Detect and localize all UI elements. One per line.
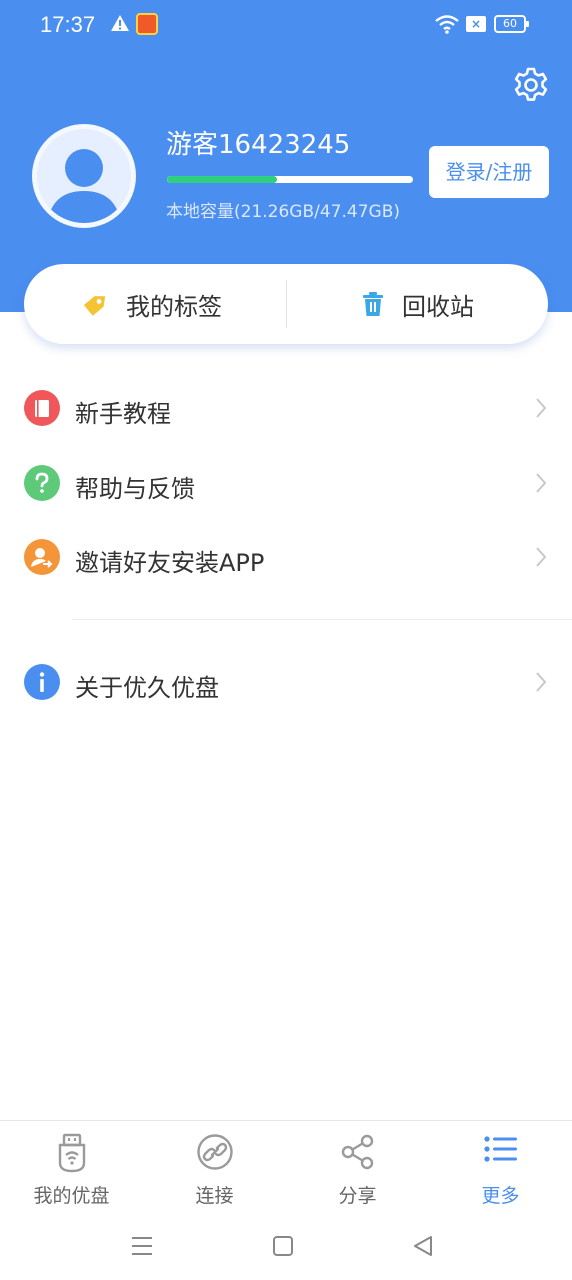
- menu-label-help: 帮助与反馈: [75, 475, 195, 503]
- storage-text: 本地容量(21.26GB/47.47GB): [166, 202, 400, 222]
- menu-item-help[interactable]: 帮助与反馈: [0, 448, 572, 518]
- tag-icon: [83, 296, 106, 316]
- menu-icon[interactable]: [130, 1234, 154, 1262]
- system-nav-bar: [0, 1216, 572, 1280]
- my-tags-button[interactable]: 我的标签: [80, 264, 222, 344]
- question-icon: [24, 465, 60, 501]
- chevron-right-icon: [534, 472, 548, 498]
- battery-icon: 60: [494, 15, 529, 33]
- trash-icon: [363, 292, 383, 316]
- sim-x-icon: ×: [466, 16, 486, 32]
- nav-label-connect: 连接: [195, 1185, 234, 1207]
- menu-item-about[interactable]: 关于优久优盘: [0, 647, 572, 717]
- back-triangle-icon[interactable]: [412, 1234, 434, 1262]
- home-square-icon[interactable]: [272, 1234, 294, 1262]
- gear-icon: [514, 67, 548, 101]
- battery-level: 60: [503, 17, 517, 30]
- nav-label-more: 更多: [481, 1185, 520, 1207]
- share-icon: [340, 1133, 376, 1175]
- menu-label-tutorial: 新手教程: [75, 400, 171, 428]
- login-register-button[interactable]: 登录/注册: [429, 146, 549, 198]
- recycle-bin-label: 回收站: [402, 292, 474, 321]
- wifi-icon: [434, 13, 460, 39]
- status-bar: 17:37 × 60: [0, 0, 572, 52]
- avatar[interactable]: [32, 124, 136, 228]
- link-icon: [196, 1133, 234, 1175]
- quick-actions-divider: [286, 280, 287, 328]
- quick-actions-card: 我的标签 回收站: [24, 264, 548, 344]
- list-icon: [483, 1133, 519, 1169]
- storage-progress-bar: [167, 176, 413, 183]
- menu-item-invite[interactable]: 邀请好友安装APP: [0, 522, 572, 592]
- status-time: 17:37: [40, 12, 96, 37]
- chevron-right-icon: [534, 397, 548, 423]
- invite-user-icon: [24, 539, 60, 575]
- warning-icon: [110, 14, 130, 36]
- menu-label-about: 关于优久优盘: [75, 674, 219, 702]
- nav-label-share: 分享: [338, 1185, 377, 1207]
- section-divider: [72, 619, 572, 620]
- book-icon: [24, 390, 60, 426]
- app-notification-icon: [136, 13, 158, 35]
- my-tags-label: 我的标签: [126, 292, 222, 321]
- chevron-right-icon: [534, 671, 548, 697]
- bottom-nav: 我的优盘 连接 分享 更多: [0, 1120, 572, 1216]
- menu-item-tutorial[interactable]: 新手教程: [0, 373, 572, 443]
- info-icon: [24, 664, 60, 700]
- storage-progress-fill: [167, 176, 278, 183]
- recycle-bin-button[interactable]: 回收站: [358, 264, 474, 344]
- username: 游客16423245: [166, 130, 351, 160]
- nav-label-my-drive: 我的优盘: [33, 1185, 110, 1207]
- menu-label-invite: 邀请好友安装APP: [75, 549, 265, 577]
- nav-tab-more[interactable]: 更多: [429, 1121, 572, 1217]
- user-silhouette-icon: [47, 149, 121, 223]
- nav-tab-connect[interactable]: 连接: [143, 1121, 286, 1217]
- nav-tab-share[interactable]: 分享: [286, 1121, 429, 1217]
- usb-drive-icon: [55, 1133, 89, 1177]
- nav-tab-my-drive[interactable]: 我的优盘: [0, 1121, 143, 1217]
- settings-button[interactable]: [512, 66, 550, 104]
- chevron-right-icon: [534, 546, 548, 572]
